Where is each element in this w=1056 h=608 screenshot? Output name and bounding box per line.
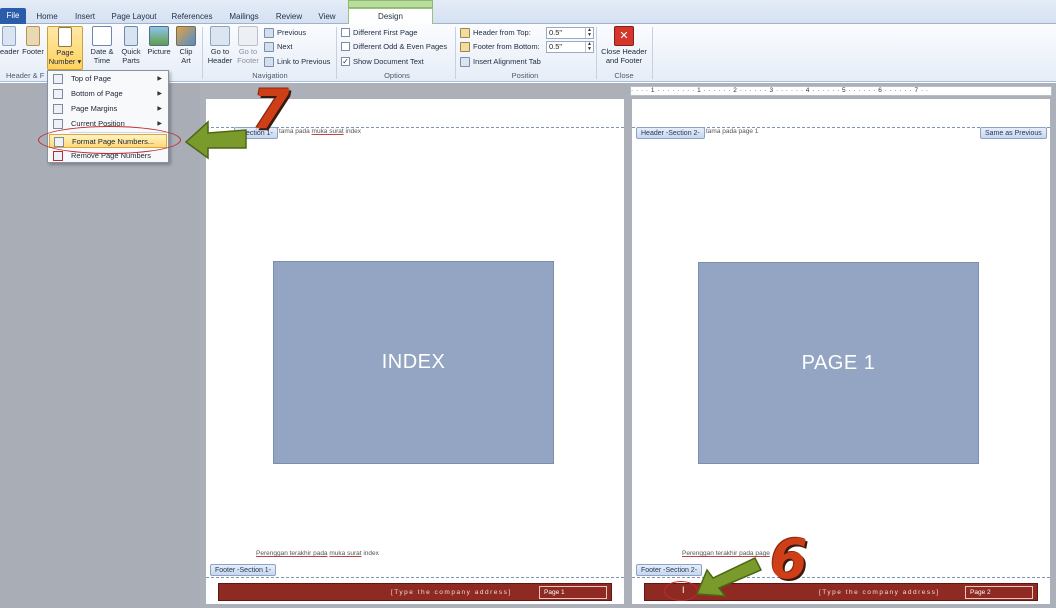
group-label-options: Options xyxy=(384,71,410,80)
menu-item-page-margins[interactable]: Page Margins ▶ xyxy=(49,102,167,116)
submenu-arrow-icon: ▶ xyxy=(157,91,162,97)
calendar-icon xyxy=(92,26,112,46)
spinner-icon[interactable]: ▲ ▼ xyxy=(585,42,593,52)
company-address-field[interactable]: [Type the company address] xyxy=(391,587,512,598)
page-index[interactable]: -Section 1- tama pada muka surat index I… xyxy=(206,99,624,604)
group-separator xyxy=(455,27,456,79)
clip-art-button[interactable]: Clip Art xyxy=(175,26,197,65)
step-6-label: 6 xyxy=(770,528,808,591)
step-7-label: 7 xyxy=(252,78,290,141)
tab-design[interactable]: Design xyxy=(348,8,433,25)
same-as-previous-tag: Same as Previous xyxy=(980,127,1047,139)
page-margins-icon xyxy=(53,104,63,114)
go-to-footer-button[interactable]: Go to Footer xyxy=(235,26,261,65)
different-first-page-checkbox[interactable]: Different First Page xyxy=(341,26,417,39)
submenu-arrow-icon: ▶ xyxy=(157,106,162,112)
go-to-footer-icon xyxy=(238,26,258,46)
group-separator xyxy=(202,27,203,79)
tab-review[interactable]: Review xyxy=(272,9,306,24)
header-icon xyxy=(2,26,16,46)
previous-button[interactable]: Previous xyxy=(264,26,306,39)
footer-boundary xyxy=(206,577,624,578)
horizontal-ruler[interactable]: · · · · 1 · · · · · · · · 1 · · · · · · … xyxy=(630,86,1052,96)
checkbox-unchecked xyxy=(341,42,350,51)
footer-from-bottom-label: Footer from Bottom: xyxy=(460,40,540,53)
quick-parts-icon xyxy=(124,26,138,46)
top-of-page-icon xyxy=(53,74,63,84)
group-separator xyxy=(652,27,653,79)
header-paragraph[interactable]: tama pada page 1 xyxy=(706,128,758,135)
page1-placeholder-box: PAGE 1 xyxy=(698,262,979,464)
menu-item-top-of-page[interactable]: Top of Page ▶ xyxy=(49,72,167,86)
index-placeholder-box: INDEX xyxy=(273,261,554,464)
current-position-icon xyxy=(53,119,63,129)
tab-home[interactable]: Home xyxy=(32,9,62,24)
group-label-position: Position xyxy=(511,71,539,80)
header-section-2-tag: Header -Section 2- xyxy=(636,127,705,139)
footer-position-icon xyxy=(460,41,470,52)
header-from-top-input[interactable]: 0.5" ▲ ▼ xyxy=(546,27,594,39)
remove-icon xyxy=(53,151,63,161)
quick-parts-button[interactable]: Quick Parts xyxy=(117,26,145,65)
date-time-button[interactable]: Date & Time xyxy=(90,26,114,65)
next-icon xyxy=(264,41,274,52)
header-position-icon xyxy=(460,27,470,38)
insert-alignment-tab-button[interactable]: Insert Alignment Tab xyxy=(460,55,541,68)
picture-icon xyxy=(149,26,169,46)
header-button[interactable]: eader xyxy=(0,26,19,57)
link-icon xyxy=(264,56,274,67)
ribbon-tab-bar: File Home Insert Page Layout References … xyxy=(0,0,1056,25)
page-number-button[interactable]: Page Number ▾ xyxy=(47,26,83,70)
page-number-field[interactable]: Page 2 xyxy=(965,586,1033,599)
tab-mailings[interactable]: Mailings xyxy=(224,9,264,24)
footer-icon xyxy=(26,26,40,46)
group-separator xyxy=(596,27,597,79)
dropdown-arrow-icon: ▾ xyxy=(75,56,82,66)
green-arrow-icon xyxy=(695,557,763,597)
checkmark-icon: ✓ xyxy=(341,57,350,66)
link-to-previous-button[interactable]: Link to Previous xyxy=(264,55,330,68)
highlight-oval-format xyxy=(38,126,181,154)
tab-view[interactable]: View xyxy=(312,9,342,24)
show-document-text-checkbox[interactable]: ✓ Show Document Text xyxy=(341,55,424,68)
clip-art-icon xyxy=(176,26,196,46)
page-number-icon xyxy=(58,27,72,47)
footer-button[interactable]: Footer xyxy=(20,26,46,57)
page-1[interactable]: Header -Section 2- tama pada page 1 Same… xyxy=(632,99,1050,604)
next-button[interactable]: Next xyxy=(264,40,292,53)
header-paragraph[interactable]: tama pada muka surat index xyxy=(279,128,361,135)
close-icon: ✕ xyxy=(614,26,634,46)
tab-page-layout[interactable]: Page Layout xyxy=(108,9,160,24)
group-label-header-footer: Header & F xyxy=(6,71,45,80)
tab-file[interactable]: File xyxy=(0,8,26,24)
spinner-icon[interactable]: ▲ ▼ xyxy=(585,28,593,38)
menu-item-bottom-of-page[interactable]: Bottom of Page ▶ xyxy=(49,87,167,101)
green-arrow-icon xyxy=(184,120,247,160)
footer-section-1-tag: Footer -Section 1- xyxy=(210,564,277,576)
group-separator xyxy=(336,27,337,79)
group-label-close: Close xyxy=(614,71,634,80)
company-address-field[interactable]: [Type the company address] xyxy=(819,587,940,598)
close-header-footer-button[interactable]: ✕ Close Header and Footer xyxy=(599,26,649,65)
page-number-field[interactable]: Page 1 xyxy=(539,586,607,599)
previous-icon xyxy=(264,27,274,38)
footer-from-bottom-input[interactable]: 0.5" ▲ ▼ xyxy=(546,41,594,53)
bottom-of-page-icon xyxy=(53,89,63,99)
alignment-tab-icon xyxy=(460,56,470,67)
different-odd-even-checkbox[interactable]: Different Odd & Even Pages xyxy=(341,40,447,53)
tab-insert[interactable]: Insert xyxy=(70,9,100,24)
picture-button[interactable]: Picture xyxy=(145,26,173,57)
header-from-top-label: Header from Top: xyxy=(460,26,531,39)
footer-paragraph[interactable]: Perenggan terakhir pada muka surat index xyxy=(256,550,379,557)
go-to-header-button[interactable]: Go to Header xyxy=(205,26,235,65)
tab-references[interactable]: References xyxy=(168,9,216,24)
submenu-arrow-icon: ▶ xyxy=(157,76,162,82)
go-to-header-icon xyxy=(210,26,230,46)
contextual-tab-strip xyxy=(348,0,433,8)
footer-bar[interactable]: [Type the company address] Page 1 xyxy=(218,583,612,601)
checkbox-unchecked xyxy=(341,28,350,37)
